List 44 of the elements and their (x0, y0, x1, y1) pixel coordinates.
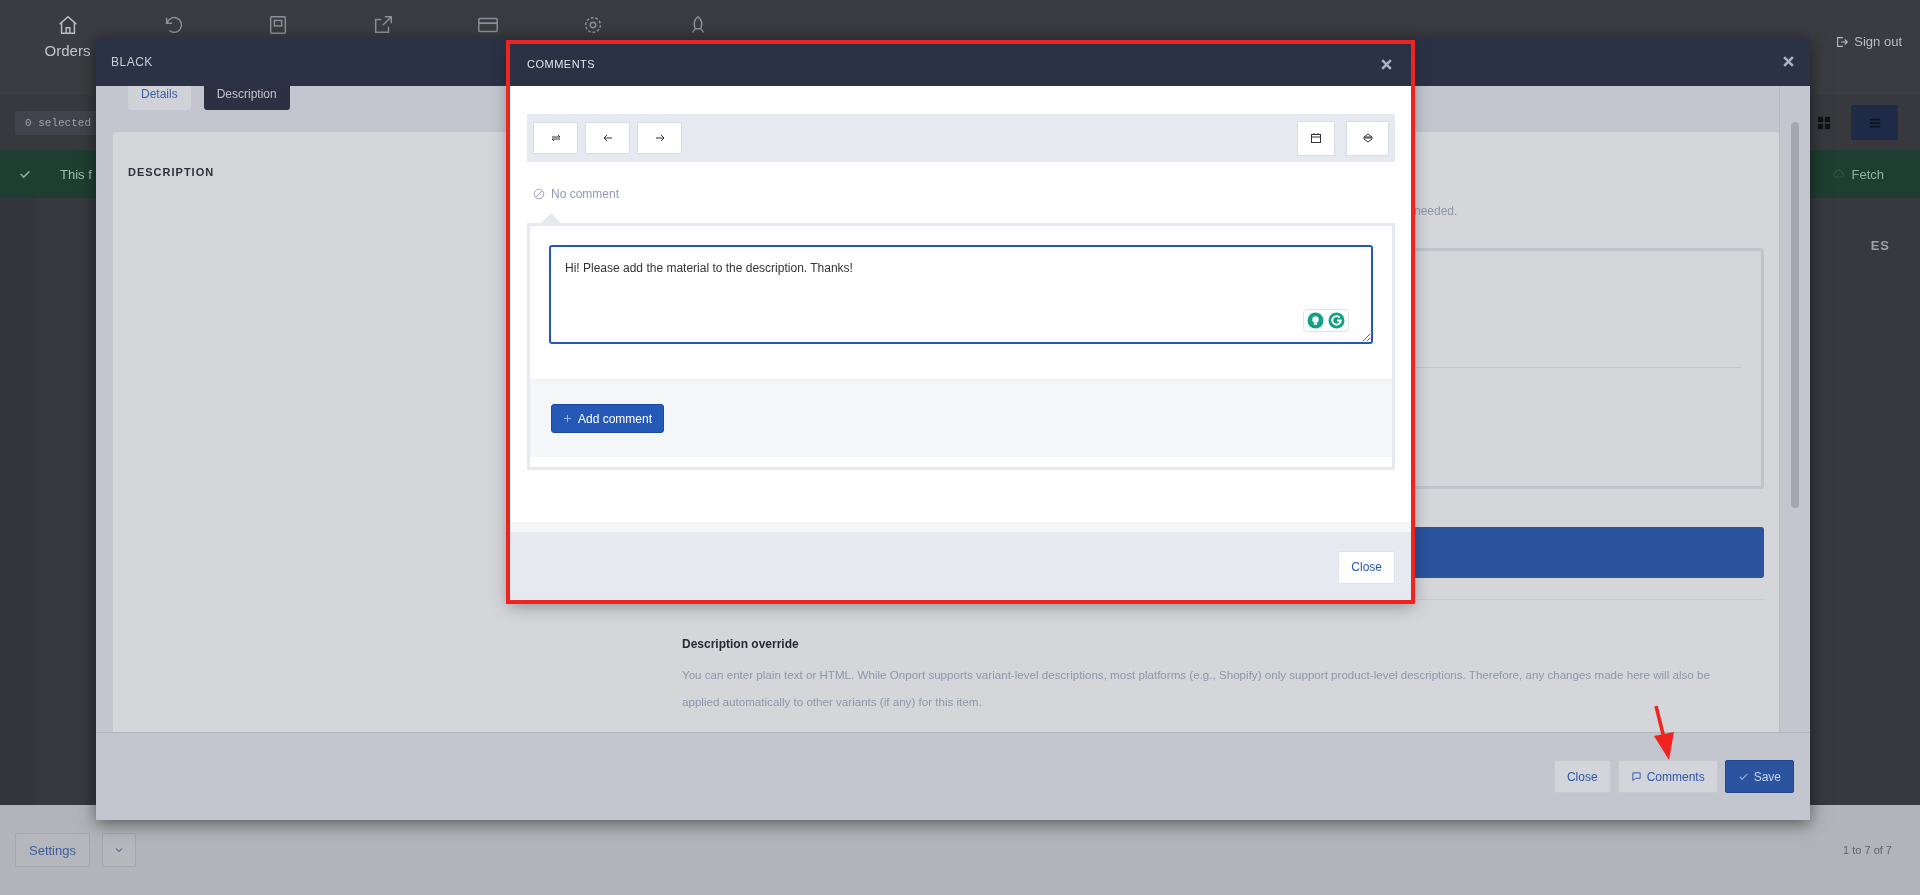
footer-button[interactable]: Save (1724, 760, 1794, 793)
lightbulb-icon (1307, 312, 1324, 329)
sign-out-button[interactable]: Sign out (1831, 30, 1906, 53)
assistant-logo-icon (1328, 312, 1345, 329)
home-icon[interactable] (56, 14, 79, 36)
override-heading: Description override (682, 637, 800, 651)
expand-collapse-button[interactable] (1346, 120, 1389, 156)
column-heading: ES (1870, 238, 1890, 253)
scrollbar[interactable] (1779, 86, 1810, 732)
arrow-left-icon (601, 132, 614, 144)
check-icon (1737, 771, 1749, 782)
no-entry-icon (533, 188, 545, 200)
nav-label[interactable]: Orders (44, 42, 91, 59)
swap-icon (549, 132, 562, 144)
add-comment-button[interactable]: Add comment (551, 404, 665, 433)
settings-button[interactable]: Settings (15, 833, 90, 867)
comment-icon (1630, 771, 1642, 782)
calendar-button[interactable] (1297, 120, 1335, 156)
cloud-icon (1833, 168, 1846, 180)
modal-title: COMMENTS (527, 58, 596, 70)
close-icon[interactable] (1782, 55, 1795, 68)
annotation-arrow (1654, 705, 1674, 760)
toggle-button[interactable] (533, 122, 578, 154)
pager-text: 1 to 7 of 7 (1843, 844, 1892, 856)
writing-assistant-badge[interactable] (1303, 309, 1349, 332)
banner-text: This f (60, 166, 92, 182)
modal-title: BLACK (111, 54, 153, 69)
fetch-button[interactable]: Fetch (1827, 165, 1890, 183)
tab[interactable]: Details (128, 86, 191, 110)
hint-text: needed. (1414, 204, 1459, 218)
section-heading: DESCRIPTION (128, 166, 215, 178)
footer-button[interactable]: Comments (1617, 760, 1718, 793)
comment-field[interactable]: Hi! Please add the material to the description. Thanks! (549, 245, 1373, 344)
calendar-icon (1310, 132, 1322, 144)
close-button[interactable]: Close (1338, 550, 1395, 584)
arrow-right-icon (653, 132, 666, 144)
comment-status: No comment (551, 187, 620, 201)
footer-button[interactable]: Close (1553, 760, 1611, 793)
close-icon[interactable] (1380, 57, 1393, 71)
plus-icon (563, 414, 572, 423)
tab[interactable]: Description (203, 86, 290, 110)
sign-out-icon (1835, 34, 1850, 49)
override-text: You can enter plain text or HTML. While Onport supports variant-level descriptions, most platforms (e.g., Shopify) only support product-level descriptions. Therefore, any changes made here will also be applied automatically to other variants (if any) for this item. (682, 667, 1711, 710)
expand-collapse-icon (1361, 132, 1374, 144)
